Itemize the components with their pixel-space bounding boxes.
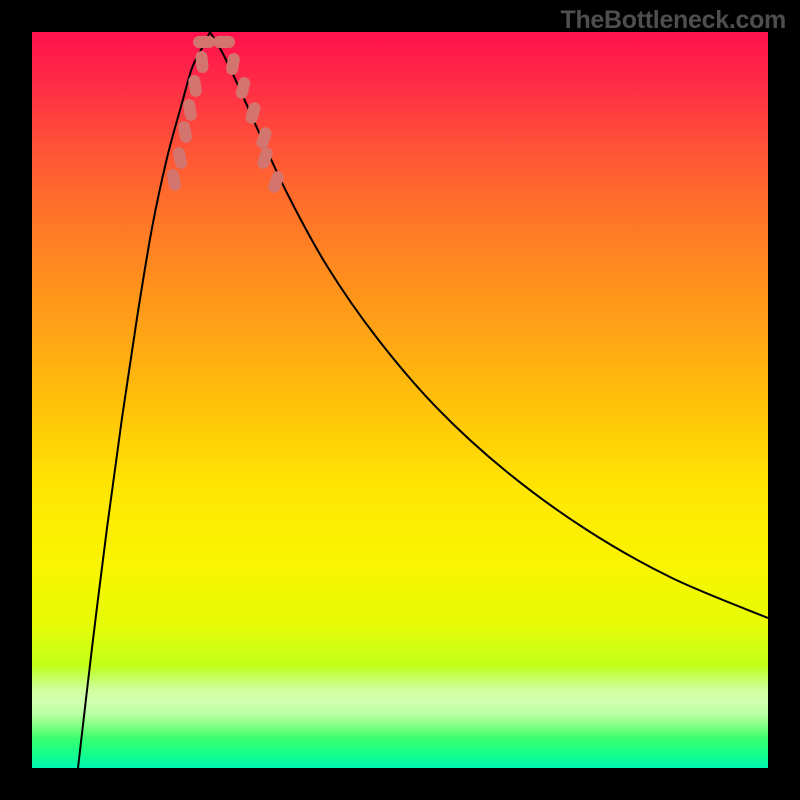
chart-stage: TheBottleneck.com: [0, 0, 800, 800]
curve-layer: [32, 32, 768, 768]
marker-pin: [193, 36, 215, 48]
plot-area: [32, 32, 768, 768]
curve-right: [210, 32, 768, 618]
marker-pin: [225, 52, 241, 76]
watermark-text: TheBottleneck.com: [560, 6, 786, 35]
marker-pin: [182, 98, 198, 122]
marker-pin: [235, 76, 252, 100]
marker-pin: [172, 146, 188, 170]
marker-pin: [177, 120, 193, 144]
marker-pin: [188, 74, 203, 97]
marker-pin: [213, 36, 235, 48]
marker-pin: [166, 168, 182, 192]
curve-left: [78, 32, 210, 768]
marker-pin: [195, 50, 209, 73]
